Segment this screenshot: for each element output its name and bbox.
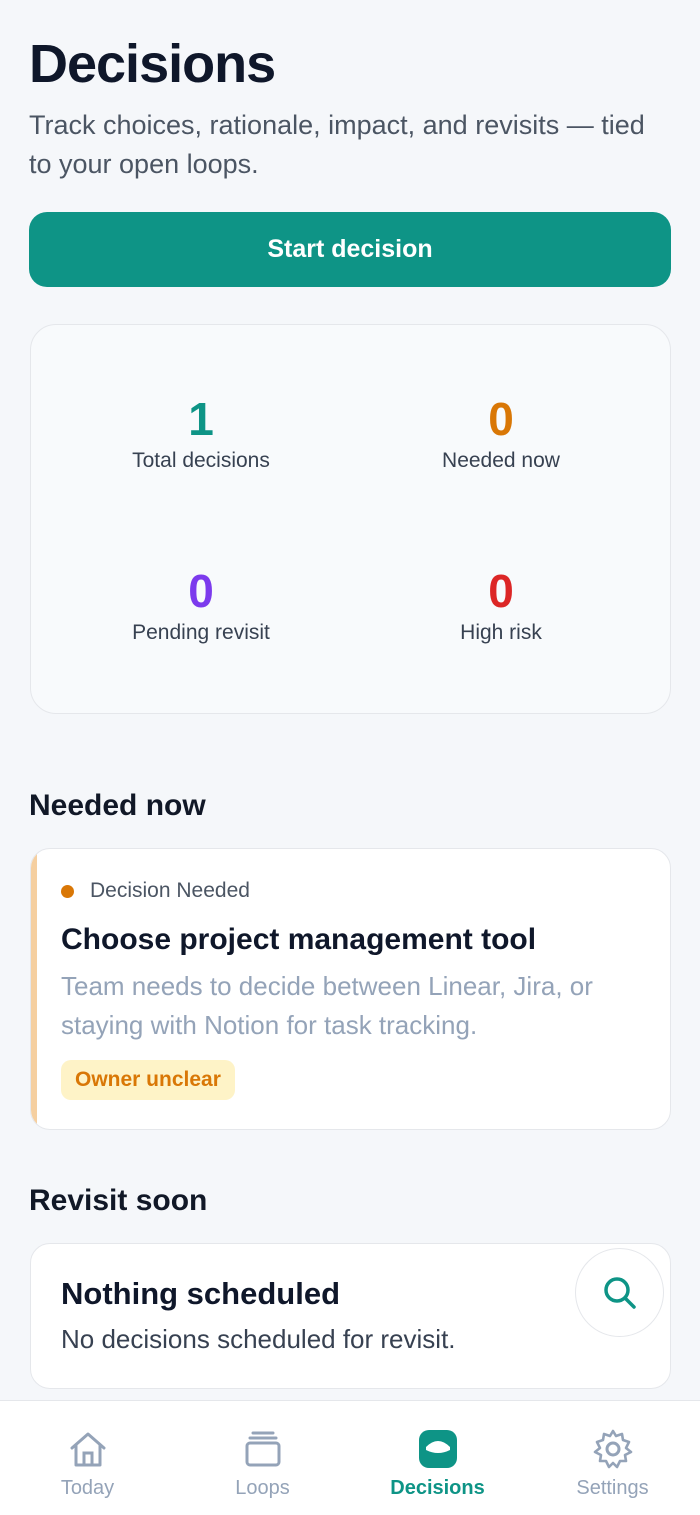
tab-label: Loops	[235, 1477, 290, 1499]
stat-total-decisions: 1 Total decisions	[41, 391, 361, 473]
card-accent-bar	[31, 849, 37, 1129]
stat-label: Total decisions	[132, 449, 270, 472]
empty-state-title: Nothing scheduled	[61, 1276, 340, 1311]
decisions-icon	[416, 1427, 460, 1471]
layers-icon	[241, 1427, 285, 1471]
stats-card: 1 Total decisions 0 Needed now 0 Pending…	[30, 324, 671, 714]
tab-today[interactable]: Today	[0, 1401, 175, 1515]
empty-state-text: No decisions scheduled for revisit.	[61, 1324, 456, 1354]
decisions-screen: Decisions Track choices, rationale, impa…	[0, 0, 700, 1515]
stat-value: 0	[488, 393, 514, 445]
start-decision-button[interactable]: Start decision	[29, 212, 671, 287]
stat-needed-now: 0 Needed now	[341, 391, 661, 473]
page-title: Decisions	[29, 34, 276, 94]
needed-now-heading: Needed now	[29, 789, 206, 822]
stat-pending-revisit: 0 Pending revisit	[41, 563, 361, 645]
tab-label: Settings	[576, 1477, 649, 1499]
decision-card[interactable]: Decision Needed Choose project managemen…	[30, 848, 671, 1130]
search-button[interactable]	[575, 1248, 664, 1337]
revisit-empty-card: Nothing scheduled No decisions scheduled…	[30, 1243, 671, 1389]
tab-loops[interactable]: Loops	[175, 1401, 350, 1515]
stat-label: Needed now	[442, 449, 560, 472]
status-line: Decision Needed	[61, 879, 250, 903]
page-subtitle: Track choices, rationale, impact, and re…	[29, 110, 645, 179]
gear-icon	[591, 1427, 635, 1471]
tab-label: Decisions	[390, 1477, 485, 1499]
stat-value: 0	[188, 565, 214, 617]
stat-label: High risk	[460, 621, 542, 644]
tab-label: Today	[60, 1477, 115, 1499]
status-dot	[61, 884, 74, 898]
decision-description: Team needs to decide between Linear, Jir…	[61, 971, 593, 1040]
stat-label: Pending revisit	[132, 621, 270, 644]
stat-high-risk: 0 High risk	[341, 563, 661, 645]
search-icon	[603, 1276, 636, 1309]
home-icon	[66, 1427, 110, 1471]
tab-decisions[interactable]: Decisions	[350, 1401, 525, 1515]
bottom-tab-bar: Today Loops Decisions Settings	[0, 1400, 700, 1515]
revisit-soon-heading: Revisit soon	[29, 1184, 208, 1217]
owner-unclear-badge: Owner unclear	[61, 1060, 235, 1100]
page-header: Decisions Track choices, rationale, impa…	[29, 30, 674, 184]
decision-title: Choose project management tool	[61, 923, 537, 956]
stat-value: 1	[188, 393, 214, 445]
tab-settings[interactable]: Settings	[525, 1401, 700, 1515]
status-label: Decision Needed	[90, 879, 250, 902]
stat-value: 0	[488, 565, 514, 617]
